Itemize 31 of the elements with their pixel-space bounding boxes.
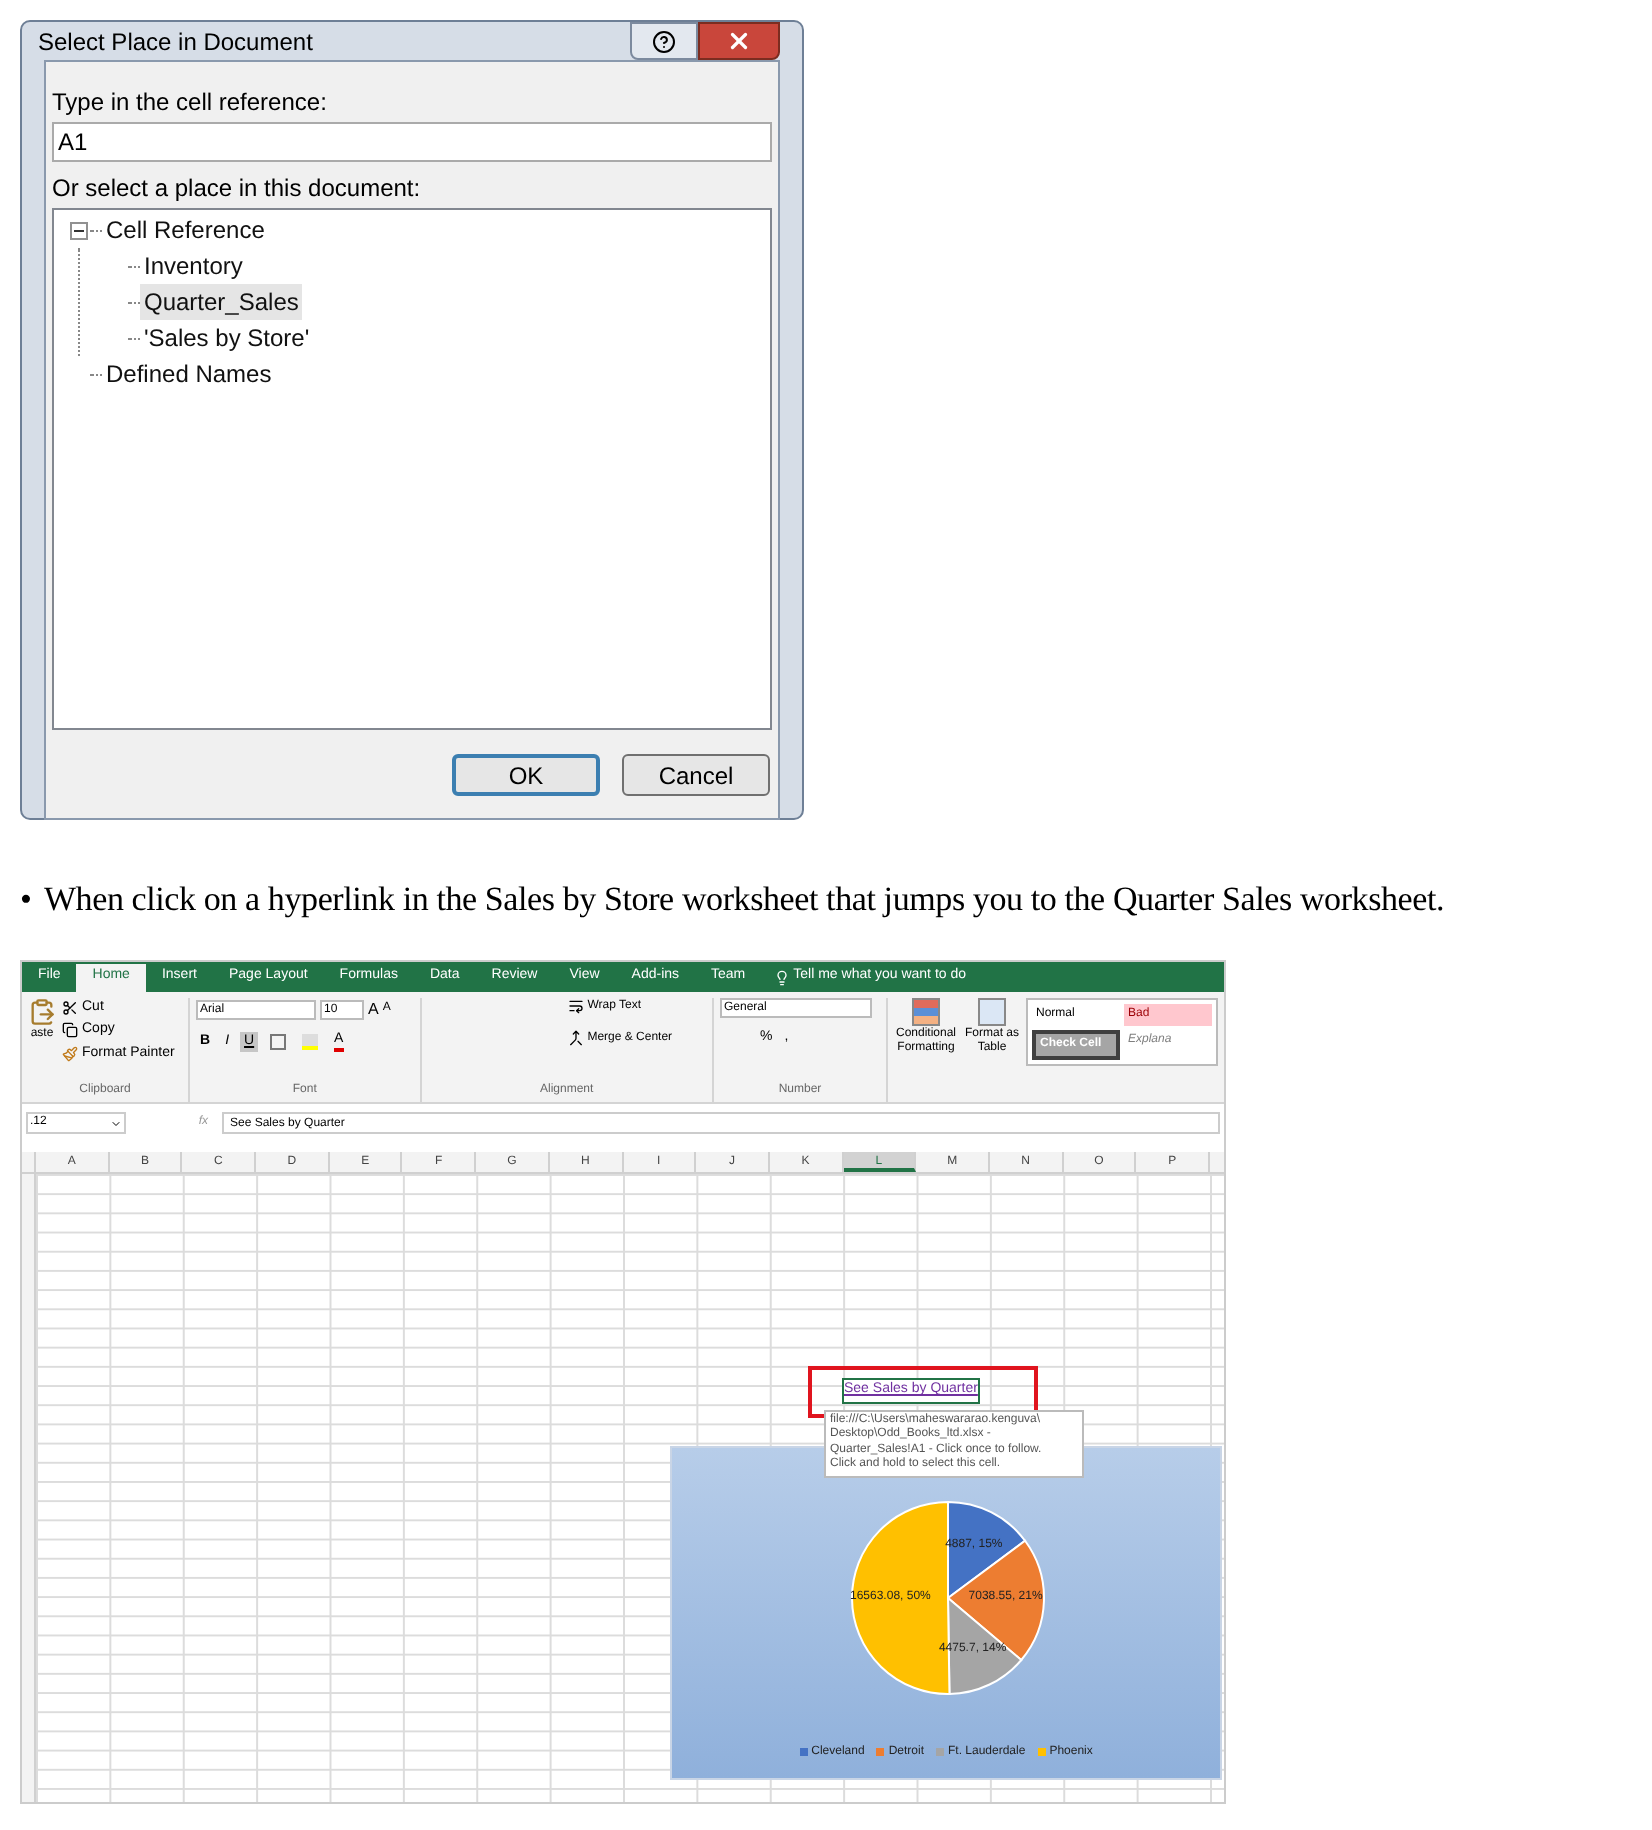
paintbrush-icon [62,1045,78,1062]
copy-icon [62,1022,78,1039]
cell-reference-field[interactable]: A1 [52,122,772,162]
tree-item[interactable]: Cell Reference [102,212,269,248]
caret-icon [110,1117,122,1129]
bullet: • [20,878,32,922]
dialog-button[interactable]: Cancel [622,754,770,796]
clipboard-icon [28,997,56,1025]
tree-item[interactable]: Quarter_Sales [140,284,303,320]
window-title: Select Place in Document [38,25,313,59]
fill-color-icon [302,1033,319,1049]
tree-item[interactable]: Defined Names [102,356,276,392]
close-icon [726,28,752,54]
table-icon [978,997,1006,1025]
grow-font-button[interactable]: A [368,997,379,1021]
field-label: Or select a place in this document: [52,172,423,206]
help-button[interactable] [630,22,698,60]
tree-item[interactable]: Inventory [140,248,247,284]
lightbulb-icon [773,969,790,985]
dialog-button[interactable]: OK [452,754,600,796]
wrap-text-icon [567,998,584,1014]
border-icon [270,1033,287,1049]
merge-icon [567,1030,584,1046]
field-label: Type in the cell reference: [52,86,329,120]
scissors-icon [62,999,78,1016]
collapse-icon[interactable] [70,221,88,239]
caption-text: When click on a hyperlink in the Sales by Store worksheet that jumps you to the Quarter Sales worksheet. [43,878,1445,922]
close-button[interactable] [698,22,780,60]
table-icon [912,997,940,1025]
tree-item[interactable]: 'Sales by Store' [140,320,314,356]
help-icon [652,29,676,53]
